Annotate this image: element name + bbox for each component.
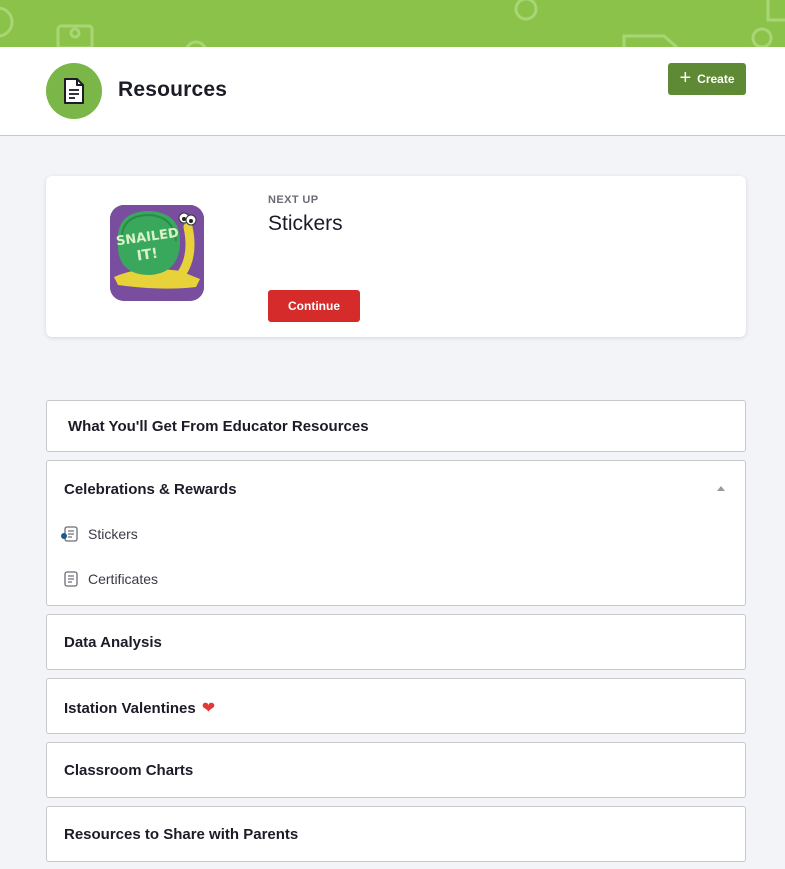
create-button[interactable]: + Create bbox=[668, 63, 746, 95]
header-banner bbox=[0, 0, 785, 47]
page-header: Resources + Create bbox=[0, 47, 785, 136]
section-istation-valentines[interactable]: Istation Valentines ❤ bbox=[46, 678, 746, 734]
document-icon bbox=[63, 571, 79, 587]
heart-icon: ❤ bbox=[201, 700, 216, 717]
section-title: Resources to Share with Parents bbox=[64, 826, 299, 843]
section-celebrations-rewards: Celebrations & Rewards Stickers Certific… bbox=[46, 460, 746, 606]
next-up-title: Stickers bbox=[268, 212, 343, 235]
section-title: What You'll Get From Educator Resources bbox=[68, 418, 369, 435]
section-classroom-charts[interactable]: Classroom Charts bbox=[46, 742, 746, 798]
stickers-thumbnail[interactable]: SNAILED IT! bbox=[110, 205, 204, 301]
section-title-wrapper: Istation Valentines ❤ bbox=[64, 698, 215, 718]
list-item-label: Certificates bbox=[88, 571, 159, 587]
section-title: Classroom Charts bbox=[64, 762, 194, 779]
continue-button[interactable]: Continue bbox=[268, 290, 360, 322]
list-item-certificates[interactable]: Certificates bbox=[63, 569, 158, 589]
section-data-analysis[interactable]: Data Analysis bbox=[46, 614, 746, 670]
section-title[interactable]: Celebrations & Rewards bbox=[64, 481, 237, 498]
section-resources-parents[interactable]: Resources to Share with Parents bbox=[46, 806, 746, 862]
list-item-stickers[interactable]: Stickers bbox=[61, 524, 138, 544]
document-icon bbox=[61, 526, 79, 542]
page-title: Resources bbox=[118, 78, 228, 101]
next-up-card: SNAILED IT! NEXT UP Stickers Continue bbox=[46, 176, 746, 337]
create-button-label: Create bbox=[697, 72, 735, 86]
list-item-label: Stickers bbox=[88, 526, 138, 542]
plus-icon: + bbox=[679, 67, 692, 89]
section-educator-resources[interactable]: What You'll Get From Educator Resources bbox=[46, 400, 746, 452]
resources-icon-badge bbox=[46, 63, 102, 119]
document-icon bbox=[64, 78, 84, 104]
section-title: Istation Valentines bbox=[64, 700, 196, 717]
next-up-label: NEXT UP bbox=[268, 194, 319, 206]
collapse-caret-icon[interactable] bbox=[717, 486, 725, 491]
section-title: Data Analysis bbox=[64, 634, 162, 651]
svg-text:IT!: IT! bbox=[136, 246, 159, 265]
current-item-indicator bbox=[61, 533, 67, 539]
